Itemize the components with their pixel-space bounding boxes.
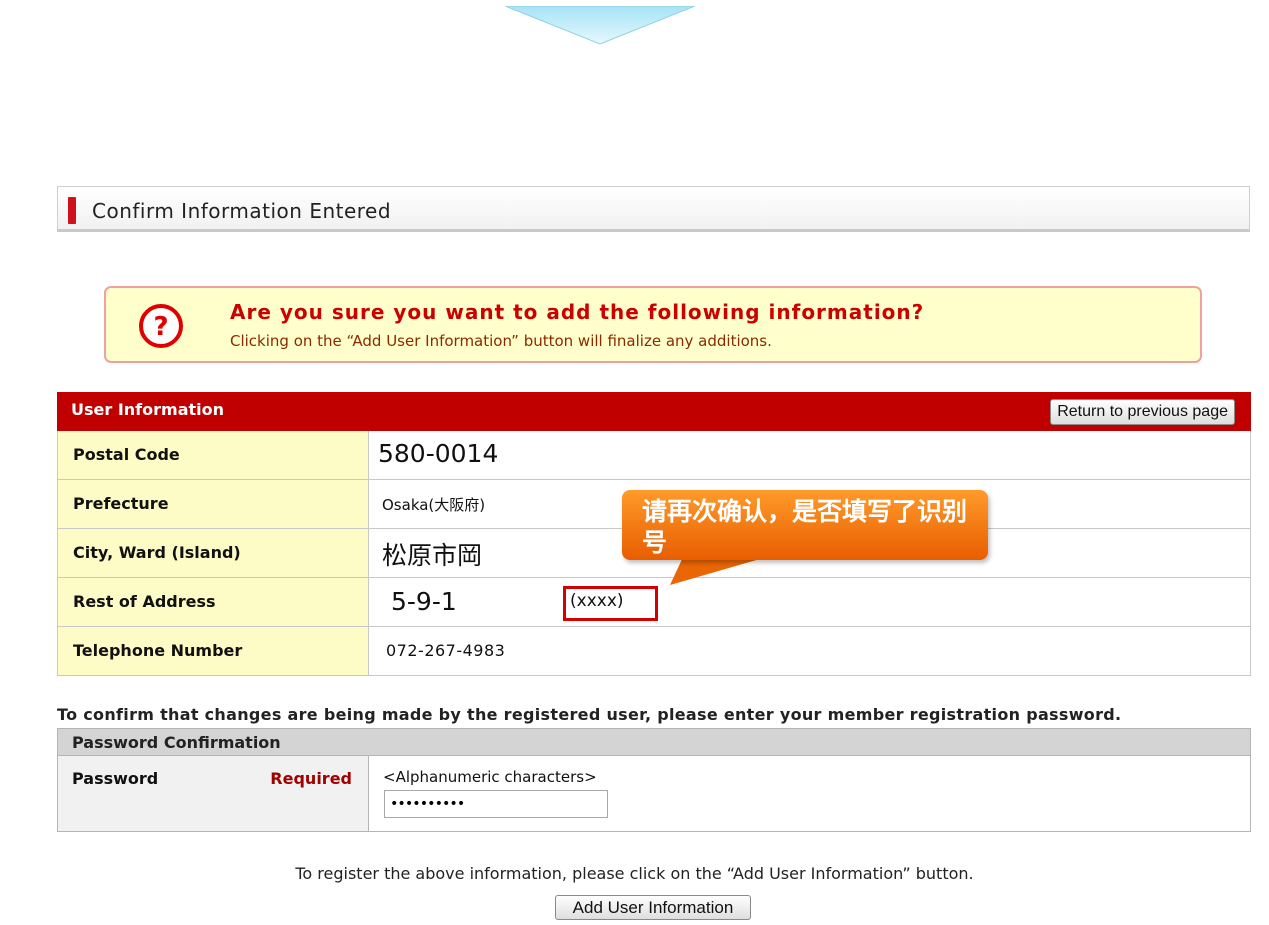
password-section-title: Password Confirmation xyxy=(72,733,281,752)
password-section-header: Password Confirmation xyxy=(57,728,1251,756)
telephone-value: 072-267-4983 xyxy=(386,641,506,660)
field-label: Postal Code xyxy=(73,445,180,464)
prefecture-value: Osaka(大阪府) xyxy=(382,496,486,514)
callout-text: 请再次确认，是否填写了识别号 xyxy=(642,497,968,557)
field-label: Rest of Address xyxy=(73,592,216,611)
table-row-postal-code: Postal Code 580-0014 xyxy=(57,431,1251,480)
required-badge: Required xyxy=(270,769,352,788)
table-row-telephone: Telephone Number 072-267-4983 xyxy=(57,627,1251,676)
user-info-title: User Information xyxy=(71,400,224,419)
address-value: 5-9-1 xyxy=(391,587,457,616)
field-label: City, Ward (Island) xyxy=(73,543,241,562)
password-input[interactable] xyxy=(384,790,608,818)
question-icon: ? xyxy=(139,304,183,348)
alert-subtext: Clicking on the “Add User Information” b… xyxy=(230,332,772,350)
postal-code-value: 580-0014 xyxy=(378,439,499,468)
password-row: Password Required <Alphanumeric characte… xyxy=(57,756,1251,832)
confirmation-alert: ? Are you sure you want to add the follo… xyxy=(104,286,1202,363)
password-instruction: To confirm that changes are being made b… xyxy=(57,705,1122,724)
field-label: Prefecture xyxy=(73,494,169,513)
section-header: Confirm Information Entered xyxy=(57,186,1250,232)
down-arrow-icon xyxy=(505,6,695,45)
user-info-header: User Information Return to previous page xyxy=(57,392,1251,431)
annotation-callout: 请再次确认，是否填写了识别号 xyxy=(622,490,988,560)
page-title: Confirm Information Entered xyxy=(92,199,392,223)
alert-heading: Are you sure you want to add the followi… xyxy=(230,300,925,324)
return-button[interactable]: Return to previous page xyxy=(1050,399,1235,425)
svg-text:?: ? xyxy=(153,312,168,342)
footer-instruction: To register the above information, pleas… xyxy=(295,864,974,883)
password-hint: <Alphanumeric characters> xyxy=(383,768,597,786)
highlight-box xyxy=(563,586,658,621)
header-accent-bar xyxy=(68,197,76,224)
field-label: Telephone Number xyxy=(73,641,243,660)
user-info-table: User Information Return to previous page… xyxy=(57,392,1251,676)
city-value: 松原市岡 xyxy=(382,541,483,570)
add-user-information-button[interactable]: Add User Information xyxy=(555,895,751,920)
password-label: Password xyxy=(72,769,159,788)
